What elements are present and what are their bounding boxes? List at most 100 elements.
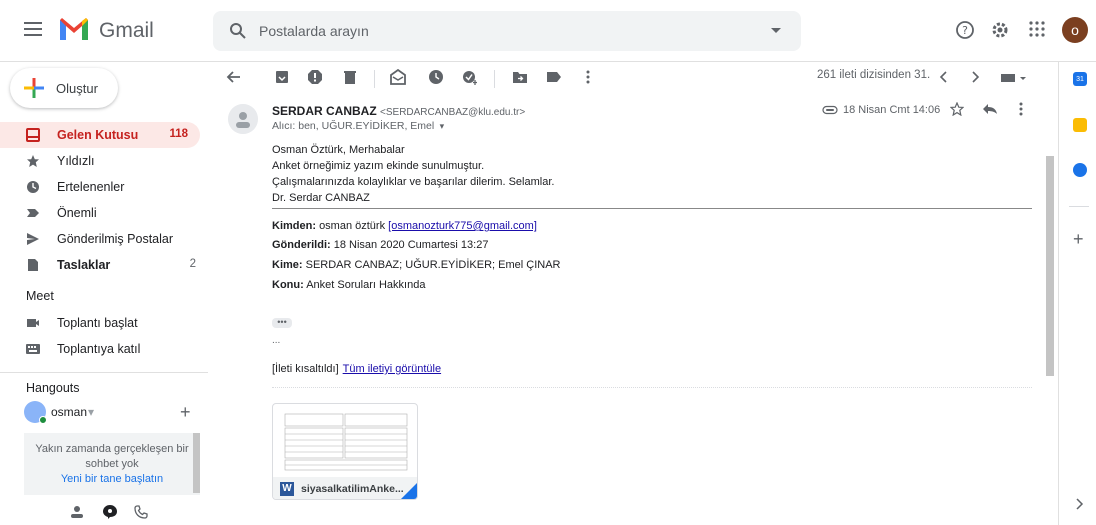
document-thumbnail: [283, 412, 409, 472]
inbox-icon: [26, 128, 40, 142]
compose-label: Oluştur: [56, 81, 98, 96]
search-options-icon[interactable]: [771, 28, 781, 33]
search-bar[interactable]: Postalarda arayın: [213, 11, 801, 51]
sidebar-item-label: Yıldızlı: [57, 154, 95, 168]
sidebar-item-starred[interactable]: Yıldızlı: [0, 148, 208, 174]
forward-from-name: osman öztürk: [319, 220, 386, 232]
start-meeting-item[interactable]: Toplantı başlat: [0, 310, 208, 336]
report-spam-icon[interactable]: [307, 69, 323, 85]
person-icon[interactable]: [70, 505, 84, 519]
forward-from: Kimden: osman öztürk [osmanozturk775@gma…: [272, 220, 537, 232]
chevron-right-icon[interactable]: [967, 69, 983, 85]
new-chat-icon[interactable]: +: [180, 402, 191, 423]
hangouts-username: osman: [51, 405, 88, 419]
sidebar-item-sent[interactable]: Gönderilmiş Postalar: [0, 226, 208, 252]
hangouts-scrollbar[interactable]: [193, 433, 200, 493]
word-file-icon: W: [280, 482, 294, 496]
draft-icon: [28, 259, 38, 271]
toolbar-divider: [494, 70, 495, 88]
expand-panel-icon[interactable]: [1074, 498, 1084, 510]
forward-from-email[interactable]: [osmanozturk775@gmail.com]: [388, 220, 537, 232]
attachment-footer: W siyasalkatilimAnke...: [273, 477, 417, 499]
back-arrow-icon[interactable]: [226, 69, 242, 85]
side-panel: 31 +: [1058, 62, 1096, 525]
sidebar-item-important[interactable]: Önemli: [0, 200, 208, 226]
tasks-icon[interactable]: [1073, 163, 1087, 177]
sender-name[interactable]: SERDAR CANBAZ: [272, 104, 377, 118]
search-icon[interactable]: [229, 22, 247, 40]
calendar-icon[interactable]: 31: [1073, 72, 1087, 86]
forward-from-label: Kimden:: [272, 220, 316, 232]
apps-grid-icon[interactable]: [1028, 20, 1046, 38]
sidebar-item-label: Ertelenenler: [57, 180, 125, 194]
chat-bubble-icon[interactable]: [102, 504, 118, 520]
forward-to: Kime: SERDAR CANBAZ; UĞUR.EYİDİKER; Emel…: [272, 259, 561, 271]
email-date: 18 Nisan Cmt 14:06: [843, 104, 941, 116]
hangouts-footer: [70, 503, 160, 521]
keep-icon[interactable]: [1073, 118, 1087, 132]
sidebar-item-label: Önemli: [57, 206, 97, 220]
more-vert-icon[interactable]: [1015, 101, 1027, 117]
reply-icon[interactable]: [982, 103, 998, 115]
compose-plus-icon: [24, 78, 44, 98]
user-dropdown-icon[interactable]: ▾: [88, 405, 94, 419]
divider: [0, 372, 208, 373]
delete-icon[interactable]: [342, 69, 358, 85]
chevron-left-icon[interactable]: [936, 69, 952, 85]
more-vert-icon[interactable]: [580, 69, 596, 85]
recipients-dropdown-icon[interactable]: ▾: [437, 121, 445, 131]
mark-unread-icon[interactable]: [390, 69, 406, 85]
sender-line: SERDAR CANBAZ <SERDARCANBAZ@klu.edu.tr>: [272, 104, 525, 118]
important-icon: [27, 209, 39, 217]
attachment-card[interactable]: W siyasalkatilimAnke...: [272, 403, 418, 500]
sidebar-item-drafts[interactable]: Taslaklar 2: [0, 252, 208, 278]
keyboard-icon: [26, 344, 40, 354]
gmail-logo-icon[interactable]: [58, 16, 90, 42]
meet-section-title: Meet: [26, 289, 54, 303]
label-icon[interactable]: [546, 69, 562, 85]
account-avatar[interactable]: o: [1062, 17, 1088, 43]
sidebar-item-label: Gönderilmiş Postalar: [57, 232, 174, 246]
add-addon-icon[interactable]: +: [1073, 230, 1084, 248]
attachment-corner: [401, 483, 417, 499]
forward-to-label: Kime:: [272, 259, 303, 271]
move-to-icon[interactable]: [512, 69, 528, 85]
view-full-message-link[interactable]: Tüm iletiyi görüntüle: [343, 363, 441, 375]
pagination-text: 261 ileti dizisinden 31.: [817, 69, 931, 81]
quoted-divider: [272, 208, 1032, 209]
clipped-label: [İleti kısaltıldı]: [272, 363, 339, 375]
sender-avatar[interactable]: [228, 104, 258, 134]
sidebar-item-snoozed[interactable]: Ertelenenler: [0, 174, 208, 200]
star-icon: [27, 155, 39, 167]
search-input[interactable]: Postalarda arayın: [259, 23, 369, 39]
hangouts-user[interactable]: osman ▾ +: [24, 401, 204, 424]
clipped-notice: [İleti kısaltıldı] Tüm iletiyi görüntüle: [272, 363, 441, 375]
email-scrollbar[interactable]: [1046, 156, 1054, 376]
body-line: Osman Öztürk, Merhabalar: [272, 144, 405, 156]
show-trimmed-button[interactable]: •••: [272, 318, 292, 328]
video-icon: [27, 319, 39, 327]
forward-sent: Gönderildi: 18 Nisan 2020 Cumartesi 13:2…: [272, 239, 488, 251]
compose-button[interactable]: Oluştur: [10, 68, 118, 108]
phone-icon[interactable]: [134, 505, 148, 519]
help-icon[interactable]: ?: [955, 20, 975, 40]
main-menu-icon[interactable]: [24, 22, 42, 36]
recipients-line[interactable]: Alıcı: ben, UĞUR.EYİDİKER, Emel ▾: [272, 120, 444, 132]
body-line: Anket örneğimiz yazım ekinde sunulmuştur…: [272, 160, 485, 172]
forward-sent-value: 18 Nisan 2020 Cumartesi 13:27: [333, 239, 489, 251]
meet-nav: Toplantı başlat Toplantıya katıl: [0, 310, 208, 362]
settings-icon[interactable]: [990, 20, 1010, 40]
email-toolbar: 261 ileti dizisinden 31.: [210, 62, 1042, 96]
sidebar-item-inbox[interactable]: Gelen Kutusu 118: [0, 122, 200, 148]
start-chat-link[interactable]: Yeni bir tane başlatın: [24, 472, 200, 487]
join-meeting-item[interactable]: Toplantıya katıl: [0, 336, 208, 362]
star-icon[interactable]: [950, 102, 964, 116]
input-tools-icon[interactable]: [1000, 69, 1028, 85]
sender-email: <SERDARCANBAZ@klu.edu.tr>: [380, 107, 526, 118]
hangouts-empty-text-2: sohbet yok: [85, 458, 139, 470]
add-to-tasks-icon[interactable]: [462, 69, 478, 85]
forward-subject-label: Konu:: [272, 279, 304, 291]
archive-icon[interactable]: [274, 69, 290, 85]
sidebar-nav: Gelen Kutusu 118 Yıldızlı Ertelenenler Ö…: [0, 122, 208, 278]
snooze-icon[interactable]: [428, 69, 444, 85]
